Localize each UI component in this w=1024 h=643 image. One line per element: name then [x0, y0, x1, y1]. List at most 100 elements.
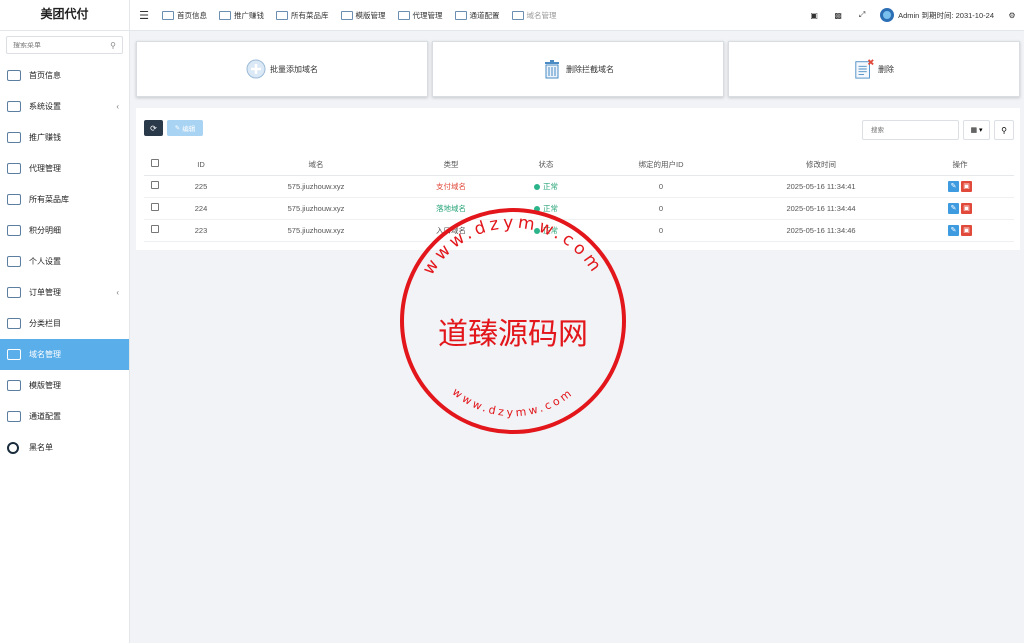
- cell-actions: ✎ ▣: [906, 197, 1014, 220]
- menu-search-input[interactable]: [13, 41, 103, 49]
- top-tab-1[interactable]: 推广赚钱: [213, 0, 270, 31]
- top-tab-5[interactable]: 通道配置: [449, 0, 506, 31]
- status-dot-icon: [534, 205, 540, 212]
- search-icon[interactable]: ⚲: [110, 41, 116, 50]
- edit-button[interactable]: ✎ 编辑: [167, 120, 203, 136]
- tab-icon: [397, 10, 410, 20]
- sidebar-item-2[interactable]: 推广赚钱: [0, 122, 129, 153]
- top-tab-3[interactable]: 模版管理: [335, 0, 392, 31]
- profile-icon: [7, 256, 21, 267]
- sidebar-item-label: 通道配置: [29, 412, 61, 421]
- sidebar-item-1[interactable]: 系统设置 ‹: [0, 91, 129, 122]
- col-id[interactable]: ID: [166, 154, 236, 176]
- lock-screen-icon[interactable]: ▩: [826, 11, 850, 20]
- select-all-checkbox[interactable]: [151, 159, 159, 168]
- sidebar-item-7[interactable]: 订单管理 ‹: [0, 277, 129, 308]
- pencil-icon: ✎: [174, 125, 181, 132]
- cell-user-id: 0: [586, 219, 736, 242]
- sidebar-item-12[interactable]: 黑名单: [0, 432, 129, 463]
- grid-icon: ▦ ▾: [970, 127, 983, 134]
- sidebar-item-6[interactable]: 个人设置: [0, 246, 129, 277]
- cell-type: 落地域名: [396, 197, 506, 220]
- cell-modified-time: 2025-05-16 11:34:46: [736, 219, 906, 242]
- select-all-cell[interactable]: [144, 154, 166, 176]
- username: Admin: [898, 10, 920, 20]
- home-icon: [7, 70, 21, 81]
- chevron-left-icon[interactable]: ‹: [116, 288, 119, 297]
- search-button[interactable]: ⚲: [994, 120, 1014, 140]
- hamburger-menu-icon[interactable]: ☰: [132, 9, 156, 22]
- col-domain[interactable]: 域名: [236, 154, 396, 176]
- edit-row-button[interactable]: ✎: [948, 180, 959, 192]
- table-row[interactable]: 224 575.jiuzhouw.xyz 落地域名 正常 0 2025-05-16 11:…: [144, 197, 1014, 220]
- top-tab-4[interactable]: 代理管理: [392, 0, 449, 31]
- sidebar-item-0[interactable]: 首页信息: [0, 60, 129, 91]
- expiry-date: 到期时间: 2031-10-24: [921, 10, 994, 20]
- cell-id: 223: [166, 219, 236, 242]
- col-actions: 操作: [906, 154, 1014, 176]
- sidebar-item-3[interactable]: 代理管理: [0, 153, 129, 184]
- table-row[interactable]: 225 575.jiuzhouw.xyz 支付域名 正常 0 2025-05-16 11:…: [144, 175, 1014, 198]
- domain-table-panel: ⟳ ✎编辑 ▦ ▾ ⚲ ID 域名 类型 状态 绑定的用户ID 修改时间 操作: [136, 108, 1020, 250]
- domain-icon: [7, 349, 21, 360]
- edit-row-button[interactable]: ✎: [948, 224, 959, 236]
- cell-type: 支付域名: [396, 175, 506, 198]
- sidebar-item-label: 黑名单: [29, 443, 53, 452]
- sidebar-item-label: 首页信息: [29, 71, 61, 80]
- promo-icon: [7, 132, 21, 143]
- batch-add-domain-button[interactable]: 批量添加域名: [136, 41, 428, 97]
- sidebar-item-4[interactable]: 所有菜品库: [0, 184, 129, 215]
- col-status[interactable]: 状态: [506, 154, 586, 176]
- row-select-cell[interactable]: [144, 197, 166, 220]
- row-checkbox[interactable]: [151, 203, 159, 211]
- refresh-button[interactable]: ⟳: [144, 120, 163, 136]
- table-row[interactable]: 223 575.jiuzhouw.xyz 入口域名 正常 0 2025-05-16 11:…: [144, 219, 1014, 242]
- sidebar-item-9[interactable]: 域名管理: [0, 339, 129, 370]
- col-user-id[interactable]: 绑定的用户ID: [586, 154, 736, 176]
- row-select-cell[interactable]: [144, 219, 166, 242]
- settings-icon: [7, 101, 21, 112]
- row-select-cell[interactable]: [144, 175, 166, 198]
- category-icon: [7, 318, 21, 329]
- delete-button[interactable]: 删除: [728, 41, 1020, 97]
- delete-row-button[interactable]: ▣: [961, 202, 972, 214]
- row-checkbox[interactable]: [151, 225, 159, 233]
- edit-label: 编辑: [182, 126, 196, 133]
- sidebar-item-label: 模版管理: [29, 381, 61, 390]
- sidebar-item-label: 系统设置: [29, 102, 61, 111]
- top-tab-2[interactable]: 所有菜品库: [270, 0, 335, 31]
- col-modified-time[interactable]: 修改时间: [736, 154, 906, 176]
- tab-icon: [340, 10, 353, 20]
- tab-label: 推广赚钱: [234, 10, 264, 20]
- user-info[interactable]: Admin 到期时间: 2031-10-24: [874, 8, 1000, 22]
- edit-row-button[interactable]: ✎: [948, 202, 959, 214]
- sidebar-item-8[interactable]: 分类栏目: [0, 308, 129, 339]
- sidebar-item-5[interactable]: 积分明细: [0, 215, 129, 246]
- main-content: 批量添加域名 删除拦截域名 删除 ⟳ ✎编辑 ▦ ▾ ⚲: [130, 31, 1024, 643]
- delete-blocked-domain-button[interactable]: 删除拦截域名: [432, 41, 724, 97]
- sidebar-item-10[interactable]: 模版管理: [0, 370, 129, 401]
- top-tab-0[interactable]: 首页信息: [156, 0, 213, 31]
- cell-status: 正常: [506, 175, 586, 198]
- cell-domain: 575.jiuzhouw.xyz: [236, 197, 396, 220]
- columns-toggle-button[interactable]: ▦ ▾: [963, 120, 990, 140]
- fullscreen-icon[interactable]: ⤢: [850, 10, 874, 20]
- top-tab-6[interactable]: 域名管理: [506, 0, 563, 31]
- gear-icon[interactable]: ⚙: [1000, 11, 1024, 20]
- sidebar-item-11[interactable]: 通道配置: [0, 401, 129, 432]
- col-type[interactable]: 类型: [396, 154, 506, 176]
- tab-icon: [454, 10, 467, 20]
- row-checkbox[interactable]: [151, 181, 159, 189]
- brand-title: 美团代付: [0, 0, 129, 31]
- menu-search[interactable]: ⚲: [6, 36, 123, 54]
- delete-row-button[interactable]: ▣: [961, 224, 972, 236]
- blacklist-icon: [7, 441, 19, 454]
- chevron-left-icon[interactable]: ‹: [116, 102, 119, 111]
- sidebar: 美团代付 ⚲ 首页信息系统设置 ‹ 推广赚钱代理管理所有菜品库积分明细个人设置订单管…: [0, 0, 130, 643]
- delete-row-button[interactable]: ▣: [961, 180, 972, 192]
- channel-icon: [7, 411, 21, 422]
- sidebar-menu: 首页信息系统设置 ‹ 推广赚钱 代理管理所有菜品库积分明细 个人设置 订单管理 ‹ 分类栏目域…: [0, 60, 129, 463]
- table-search-input[interactable]: [862, 120, 959, 140]
- sidebar-item-label: 所有菜品库: [29, 195, 69, 204]
- trash-cache-icon[interactable]: ▣: [802, 11, 826, 20]
